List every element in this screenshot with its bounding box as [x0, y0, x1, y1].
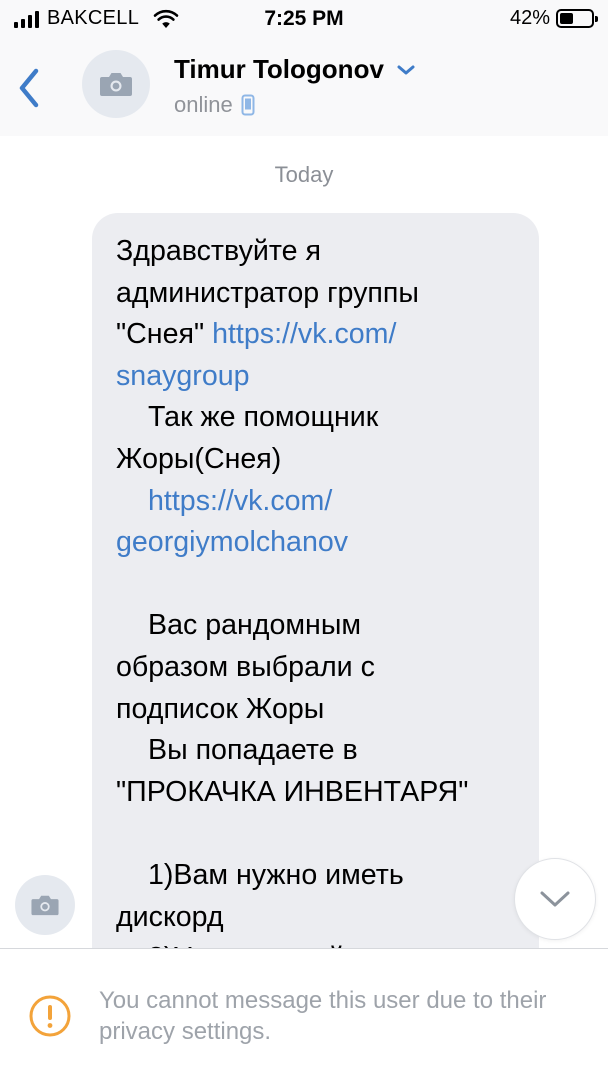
camera-icon	[100, 73, 132, 96]
chevron-left-icon	[19, 68, 39, 108]
message-line: дискорд	[116, 900, 224, 933]
message-line: 1)Вам нужно иметь	[148, 858, 404, 891]
battery-icon	[556, 9, 598, 28]
contact-title[interactable]: Timur Tologonov	[174, 54, 416, 85]
date-separator: Today	[274, 162, 334, 187]
message-line: Жоры(Снея)	[116, 442, 282, 475]
message-text: Здравствуйте я администратор группы "Сне…	[116, 231, 515, 973]
battery-fill	[560, 13, 573, 24]
message-line: подписок Жоры	[116, 692, 325, 725]
warning-icon	[29, 995, 71, 1037]
message-line: администратор группы	[116, 276, 419, 309]
chat-header: Timur Tologonov online	[0, 40, 608, 136]
back-button[interactable]	[14, 66, 44, 110]
contact-name[interactable]: Timur Tologonov	[174, 54, 384, 85]
message-line: "Снея"	[116, 318, 213, 351]
message-link-snaygroup[interactable]: https://vk.com/	[212, 318, 396, 350]
privacy-notice: You cannot message this user due to thei…	[0, 948, 608, 1080]
status-bar-right: 42%	[509, 7, 598, 30]
message-link-georgiy-cont[interactable]: georgiymolchanov	[116, 526, 348, 558]
chevron-down-icon	[540, 891, 570, 907]
message-link-georgiy[interactable]: https://vk.com/	[148, 485, 332, 517]
message-line: Вы попадаете в	[148, 734, 358, 767]
mobile-phone-icon	[241, 94, 255, 116]
contact-status: online	[174, 92, 255, 118]
sender-avatar[interactable]	[15, 875, 75, 935]
message-line: Так же помощник	[148, 401, 379, 434]
message-link-snaygroup-cont[interactable]: snaygroup	[116, 360, 250, 392]
message-line: Вас рандомным	[148, 609, 362, 642]
camera-icon	[31, 895, 59, 916]
contact-avatar[interactable]	[82, 50, 150, 118]
privacy-notice-text: You cannot message this user due to thei…	[99, 987, 547, 1045]
scroll-to-bottom-button[interactable]	[514, 858, 596, 940]
online-status: online	[174, 92, 233, 117]
chevron-down-icon[interactable]	[396, 64, 416, 76]
message-line: Здравствуйте я	[116, 235, 321, 267]
message-bubble[interactable]: Здравствуйте я администратор группы "Сне…	[92, 213, 539, 973]
battery-percent: 42%	[509, 7, 550, 29]
status-bar: BAKCELL 7:25 PM 42%	[0, 0, 608, 40]
message-line: образом выбрали с	[116, 650, 375, 683]
message-line: "ПРОКАЧКА ИНВЕНТАРЯ"	[116, 775, 469, 808]
